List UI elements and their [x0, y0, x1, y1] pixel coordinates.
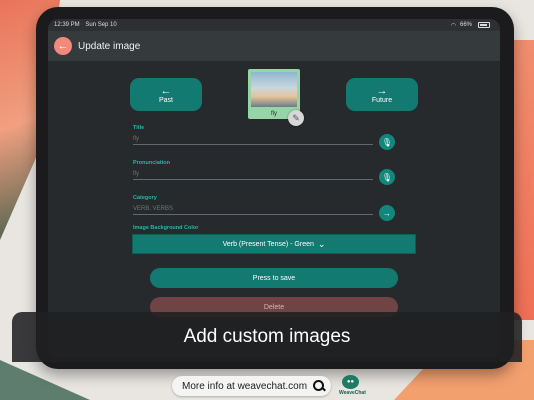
arrow-left-icon: ←: [57, 40, 69, 52]
weavechat-logo: ●● WeaveChat: [339, 375, 366, 397]
category-label: Category: [133, 195, 157, 201]
microphone-icon[interactable]: 🎙: [379, 169, 395, 185]
background-color-select[interactable]: Verb (Present Tense) - Green ⌄: [132, 234, 416, 254]
chevron-down-icon: ⌄: [317, 238, 326, 249]
title-input[interactable]: [133, 135, 373, 145]
status-date: Sun Sep 10: [85, 22, 117, 28]
page-title: Update image: [78, 40, 141, 52]
background-color-value: Verb (Present Tense) - Green: [222, 240, 314, 248]
background-color-label: Image Background Color: [133, 225, 199, 231]
wifi-icon: ◠: [450, 22, 456, 29]
future-label: Future: [371, 96, 393, 104]
app-header: ← Update image: [48, 31, 500, 61]
caption-text: Add custom images: [183, 326, 351, 347]
past-label: Past: [158, 96, 173, 104]
future-button[interactable]: → Future: [346, 78, 418, 111]
pencil-icon[interactable]: ✎: [288, 110, 304, 126]
microphone-icon[interactable]: 🎙: [379, 134, 395, 150]
caption-overlay: Add custom images: [12, 312, 522, 362]
info-bar[interactable]: More info at weavechat.com: [172, 376, 332, 396]
arrow-left-icon: ←: [160, 84, 172, 97]
pronunciation-label: Pronunciation: [133, 160, 170, 166]
pronunciation-input[interactable]: [133, 170, 373, 180]
app-screen: 12:39 PM Sun Sep 10 ◠ 66% ← Update image…: [48, 19, 500, 358]
chat-bubble-icon: ●●: [342, 375, 359, 389]
status-bar: 12:39 PM Sun Sep 10 ◠ 66%: [48, 19, 500, 31]
category-input[interactable]: [133, 205, 373, 215]
title-label: Title: [133, 125, 145, 131]
arrow-right-icon[interactable]: →: [379, 205, 395, 221]
save-button[interactable]: Press to save: [150, 268, 398, 288]
logo-text: WeaveChat: [339, 390, 366, 396]
search-icon: [313, 380, 325, 392]
back-button[interactable]: ←: [54, 37, 72, 55]
arrow-right-icon: →: [376, 84, 388, 97]
info-text: More info at weavechat.com: [182, 380, 308, 392]
battery-icon: [478, 22, 490, 28]
status-time: 12:39 PM: [54, 22, 80, 28]
battery-level: 66%: [459, 22, 472, 28]
past-button[interactable]: ← Past: [130, 78, 202, 111]
image-preview: [251, 72, 297, 107]
